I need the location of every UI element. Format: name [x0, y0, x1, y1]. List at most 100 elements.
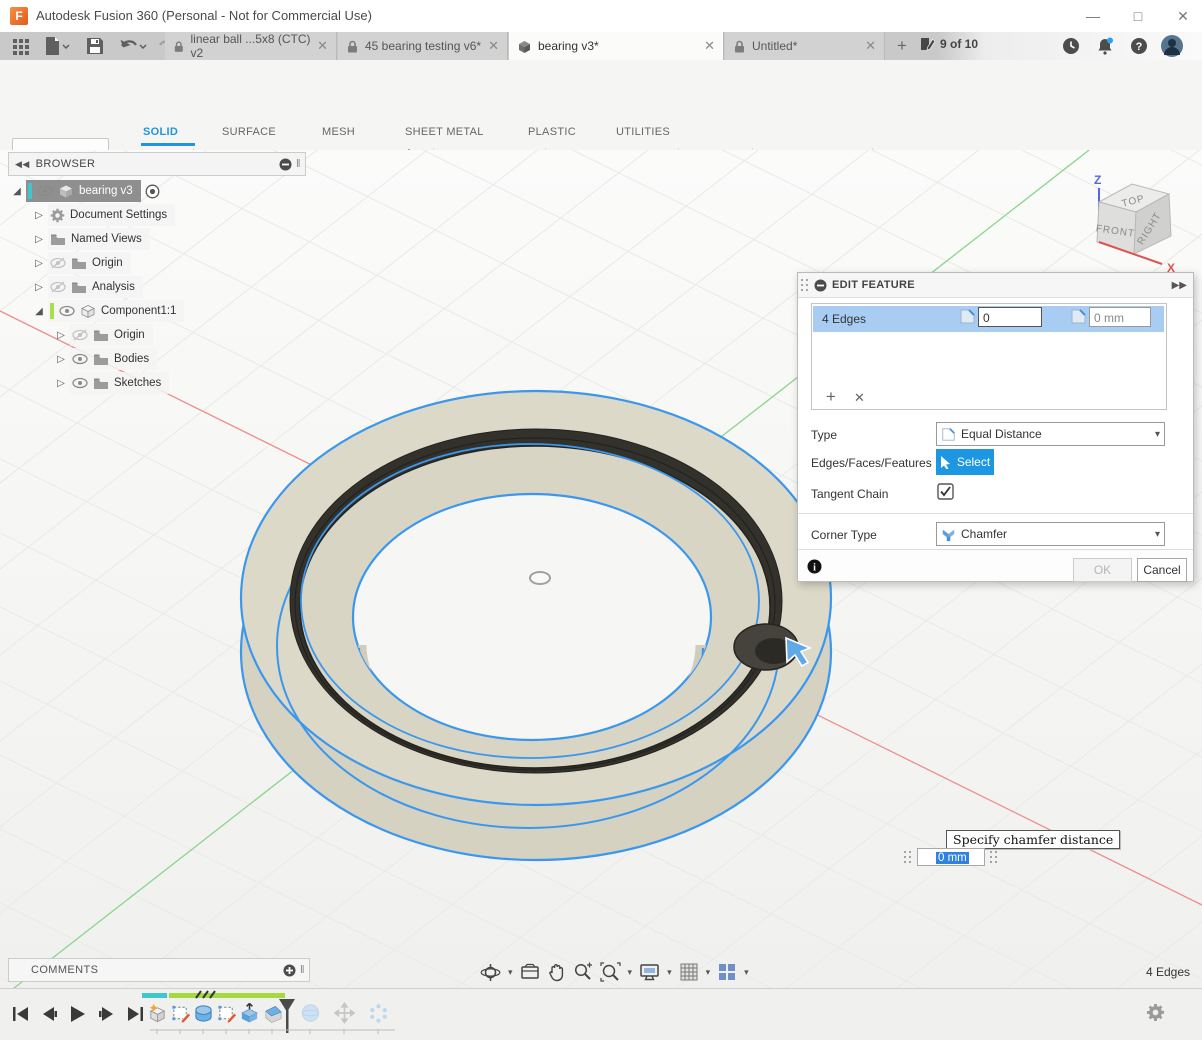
chamfer-distance-field-2[interactable]: 0 mm — [1089, 307, 1151, 327]
timeline-component-icon[interactable] — [147, 1002, 168, 1024]
visibility-eye-icon[interactable] — [37, 185, 53, 197]
timeline-sketch-icon[interactable] — [216, 1002, 237, 1024]
grid-display-icon[interactable] — [679, 962, 699, 982]
chamfer-distance-field[interactable]: 0 — [978, 307, 1042, 327]
zoom-icon[interactable] — [573, 962, 593, 982]
browser-item-bodies[interactable]: ▷Bodies — [54, 348, 157, 370]
dialog-drag-handle-icon[interactable] — [801, 279, 809, 292]
browser-item-named-views[interactable]: ▷Named Views — [32, 228, 150, 250]
expand-triangle-icon[interactable]: ▷ — [32, 210, 46, 221]
minimize-button[interactable]: — — [1078, 6, 1108, 26]
orbit-button[interactable] — [480, 962, 501, 983]
visibility-eye-icon[interactable] — [72, 353, 88, 365]
layout-grid-button[interactable] — [679, 962, 699, 982]
timeline-extrude-icon[interactable] — [239, 1002, 260, 1024]
browser-resize-handle[interactable]: ‖ — [296, 158, 301, 170]
help-icon[interactable]: ? — [1130, 37, 1148, 55]
job-status[interactable]: 9 of 10 — [920, 36, 978, 52]
file-menu-icon[interactable] — [44, 36, 70, 56]
save-icon[interactable] — [86, 36, 104, 56]
timeline-pattern-icon-disabled[interactable] — [368, 1002, 389, 1024]
document-tab[interactable]: Untitled*✕ — [725, 32, 885, 60]
document-tab[interactable]: 45 bearing testing v6*✕ — [338, 32, 508, 60]
new-tab-button[interactable]: + — [890, 36, 914, 56]
timeline-settings-gear-icon[interactable] — [1146, 1003, 1165, 1022]
layout-grid-dropdown-caret[interactable]: ▾ — [706, 967, 711, 978]
display-settings-button[interactable] — [639, 963, 660, 982]
browser-minimize-icon[interactable] — [279, 158, 292, 171]
browser-item-bearing-v3[interactable]: ◢bearing v3 — [10, 180, 160, 202]
cancel-button[interactable]: Cancel — [1137, 558, 1187, 582]
app-grid-menu-icon[interactable] — [12, 36, 30, 56]
origin-marker[interactable] — [530, 572, 550, 584]
add-edge-set-button[interactable]: + — [826, 387, 836, 407]
close-button[interactable]: ✕ — [1168, 6, 1198, 26]
more-options-icon[interactable] — [990, 851, 998, 864]
play-button[interactable] — [66, 1003, 88, 1025]
type-dropdown[interactable]: Equal Distance ▾ — [936, 422, 1165, 446]
timeline-sketch-icon[interactable] — [170, 1002, 191, 1024]
info-icon[interactable]: i — [807, 559, 822, 574]
comments-resize-handle[interactable]: ‖ — [300, 964, 305, 976]
browser-panel-header[interactable]: ◀◀ BROWSER ‖ — [8, 152, 306, 176]
dialog-header[interactable]: EDIT FEATURE ▶▶ — [798, 273, 1193, 298]
maximize-button[interactable]: □ — [1123, 6, 1153, 26]
timeline-revolve-icon[interactable] — [193, 1002, 214, 1024]
ribbon-tab-sheet-metal[interactable]: SHEET METAL — [405, 126, 484, 142]
expand-triangle-icon[interactable]: ▷ — [32, 282, 46, 293]
chamfer-distance-input[interactable]: 0 mm — [917, 848, 985, 866]
go-to-end-button[interactable] — [124, 1003, 146, 1025]
visibility-eye-icon[interactable] — [59, 305, 75, 317]
close-tab-icon[interactable]: ✕ — [317, 38, 328, 54]
document-tab[interactable]: linear ball ...5x8 (CTC) v2✕ — [165, 32, 337, 60]
timeline-move-icon-disabled[interactable] — [334, 1002, 355, 1024]
fit-view-icon[interactable] — [600, 962, 621, 982]
expand-triangle-icon[interactable]: ▷ — [54, 378, 68, 389]
corner-type-dropdown[interactable]: Chamfer ▾ — [936, 522, 1165, 546]
dialog-pin-icon[interactable]: ▶▶ — [1172, 280, 1187, 291]
close-tab-icon[interactable]: ✕ — [865, 38, 876, 54]
close-tab-icon[interactable]: ✕ — [704, 38, 715, 54]
history-clock-icon[interactable] — [1062, 37, 1080, 55]
bearing-model[interactable] — [241, 391, 831, 860]
step-forward-button[interactable] — [96, 1003, 118, 1025]
viewports-dropdown-caret[interactable]: ▾ — [744, 967, 749, 978]
visibility-off-eye-icon[interactable] — [50, 257, 66, 269]
remove-edge-set-button[interactable]: ✕ — [854, 390, 865, 406]
comments-expand-icon[interactable] — [283, 964, 296, 977]
ribbon-tab-utilities[interactable]: UTILITIES — [616, 126, 670, 142]
visibility-off-eye-icon[interactable] — [50, 281, 66, 293]
expand-triangle-icon[interactable]: ▷ — [32, 234, 46, 245]
browser-item-component1-1[interactable]: ◢Component1:1 — [32, 300, 184, 322]
visibility-eye-icon[interactable] — [72, 377, 88, 389]
orbit-icon[interactable] — [480, 962, 501, 983]
select-button[interactable]: Select — [936, 449, 994, 475]
undo-icon[interactable] — [118, 36, 148, 56]
browser-item-sketches[interactable]: ▷Sketches — [54, 372, 169, 394]
expand-triangle-icon[interactable]: ▷ — [54, 330, 68, 341]
go-to-start-button[interactable] — [10, 1003, 32, 1025]
browser-item-origin[interactable]: ▷Origin — [32, 252, 131, 274]
visibility-off-eye-icon[interactable] — [72, 329, 88, 341]
activate-component-radio[interactable] — [145, 184, 160, 199]
viewports-icon[interactable] — [717, 962, 737, 982]
fit-button[interactable] — [600, 962, 621, 982]
look-at-button[interactable] — [520, 963, 540, 981]
display-settings-dropdown-caret[interactable]: ▾ — [667, 967, 672, 978]
view-cube[interactable]: Z TOP FRONT RIGHT X — [1078, 162, 1198, 280]
user-avatar[interactable] — [1160, 34, 1184, 58]
collapse-triangle-icon[interactable]: ◢ — [10, 186, 24, 197]
drag-handle-icon[interactable] — [904, 851, 912, 864]
close-tab-icon[interactable]: ✕ — [488, 38, 499, 54]
display-settings-icon[interactable] — [639, 963, 660, 982]
ribbon-tab-surface[interactable]: SURFACE — [222, 126, 276, 142]
viewports-button[interactable] — [717, 962, 737, 982]
browser-item-analysis[interactable]: ▷Analysis — [32, 276, 143, 298]
fit-dropdown-caret[interactable]: ▾ — [628, 967, 633, 978]
notifications-bell-icon[interactable] — [1096, 37, 1114, 55]
pan-hand-icon[interactable] — [547, 962, 566, 982]
ribbon-tab-solid[interactable]: SOLID — [143, 126, 178, 142]
step-back-button[interactable] — [38, 1003, 60, 1025]
dialog-collapse-icon[interactable] — [814, 279, 827, 292]
ribbon-tab-plastic[interactable]: PLASTIC — [528, 126, 576, 142]
